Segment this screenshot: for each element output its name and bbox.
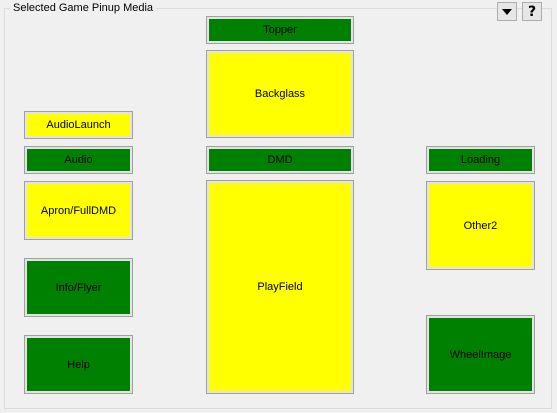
dropdown-button[interactable] [497, 2, 517, 21]
tile-label: AudioLaunch [46, 119, 111, 131]
media-tile-other2[interactable]: Other2 [426, 181, 535, 270]
tile-label: PlayField [257, 281, 303, 293]
tile-label: Topper [263, 24, 297, 36]
media-tile-playfield[interactable]: PlayField [206, 180, 354, 394]
triangle-down-icon [502, 8, 512, 15]
media-tile-loading[interactable]: Loading [426, 146, 535, 174]
media-tile-apron-fulldmd[interactable]: Apron/FullDMD [24, 181, 133, 240]
help-button[interactable]: ? [522, 2, 542, 21]
media-tile-audiolaunch[interactable]: AudioLaunch [24, 111, 133, 139]
media-tile-dmd[interactable]: DMD [206, 146, 354, 174]
media-tile-wheelimage[interactable]: WheelImage [426, 315, 535, 394]
tile-label: Audio [64, 154, 93, 166]
tile-label: Other2 [463, 219, 498, 232]
media-tile-topper[interactable]: Topper [206, 16, 354, 44]
tile-label: Info/Flyer [55, 281, 102, 294]
media-tile-audio[interactable]: Audio [24, 146, 133, 174]
tile-label: Loading [460, 154, 501, 166]
tile-label: Apron/FullDMD [40, 204, 117, 217]
media-tile-help[interactable]: Help [24, 335, 133, 394]
question-icon: ? [527, 3, 537, 20]
tile-label: DMD [267, 154, 293, 166]
group-title: Selected Game Pinup Media [10, 1, 157, 15]
media-tile-backglass[interactable]: Backglass [206, 50, 354, 138]
media-tile-info-flyer[interactable]: Info/Flyer [24, 258, 133, 317]
tile-label: WheelImage [449, 348, 512, 361]
tile-label: Backglass [254, 88, 306, 100]
tile-label: Help [67, 358, 90, 371]
